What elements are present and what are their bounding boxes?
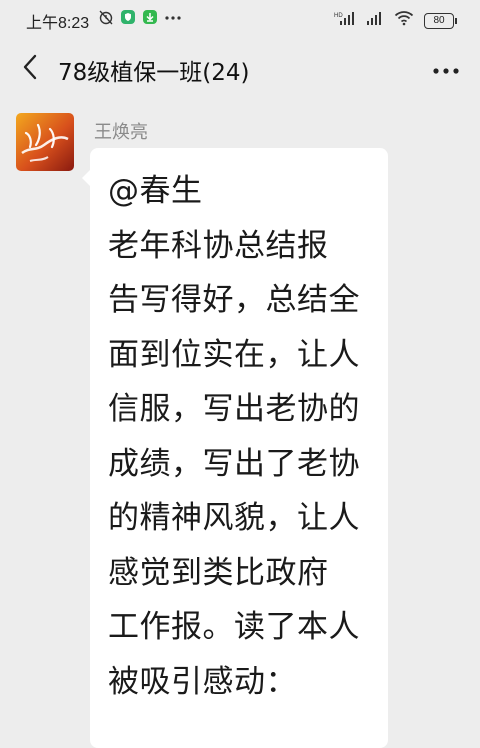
signal-icon xyxy=(366,10,384,31)
message-line: 被吸引感动： xyxy=(108,663,297,700)
alarm-off-icon xyxy=(98,9,114,30)
chat-title: 78级植保一班(24) xyxy=(58,60,250,86)
message-line: @春生 xyxy=(108,173,203,209)
more-options-button[interactable] xyxy=(426,50,466,88)
battery-indicator: 80 xyxy=(424,12,457,29)
message-text: @春生 老年科协总结报 告写得好，总结全 面到位实在，让人 信服，写出老协的 成… xyxy=(108,164,398,709)
more-dots-icon xyxy=(164,9,182,30)
message-line: 的精神风貌，让人 xyxy=(108,500,360,536)
message-line: 告写得好，总结全 xyxy=(108,282,360,318)
message-line: 信服，写出老协的 xyxy=(108,391,360,427)
status-right-icons: HD 80 xyxy=(334,10,457,31)
status-time: 上午8:23 xyxy=(26,15,90,32)
message-line: 感觉到类比政府 xyxy=(108,554,329,591)
message-line: 工作报。读了本人 xyxy=(108,609,360,645)
signal-hd-icon: HD xyxy=(334,10,356,31)
security-shield-icon xyxy=(120,9,136,30)
download-icon xyxy=(142,9,158,30)
message-bubble[interactable]: @春生 老年科协总结报 告写得好，总结全 面到位实在，让人 信服，写出老协的 成… xyxy=(82,148,388,748)
message-line: 面到位实在，让人 xyxy=(108,336,360,373)
wifi-icon xyxy=(394,10,414,31)
chat-header: 78级植保一班(24) xyxy=(0,38,480,100)
more-horizontal-icon xyxy=(432,60,460,79)
chevron-left-icon xyxy=(22,54,38,84)
message-line: 老年科协总结报 xyxy=(108,227,329,264)
svg-text:HD: HD xyxy=(334,13,343,19)
status-left-icons xyxy=(98,9,182,30)
back-button[interactable] xyxy=(12,50,48,88)
sender-name: 王焕亮 xyxy=(94,122,148,143)
message-line: 成绩，写出了老协 xyxy=(108,445,360,482)
avatar[interactable] xyxy=(16,113,74,171)
status-bar: 上午8:23 HD 80 xyxy=(0,0,480,38)
